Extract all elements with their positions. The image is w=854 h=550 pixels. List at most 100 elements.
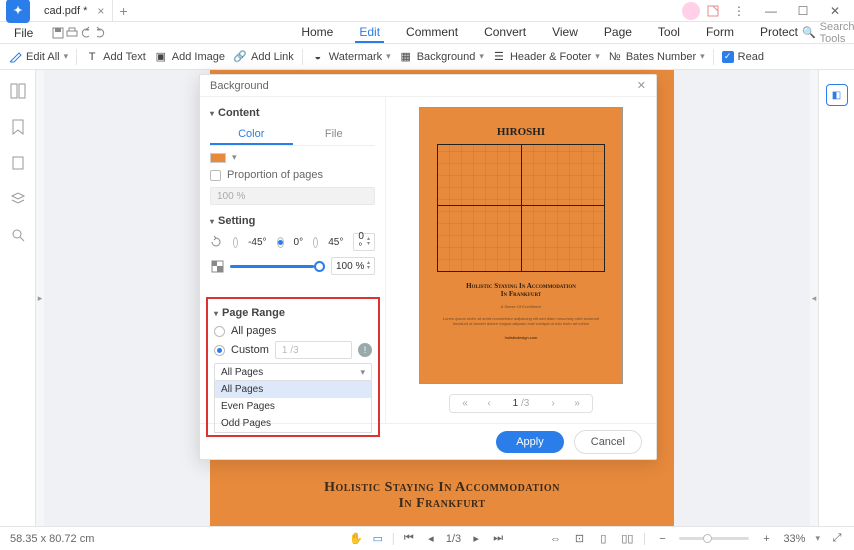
- collapse-left-handle[interactable]: ▸: [36, 70, 44, 526]
- all-pages-radio[interactable]: [214, 326, 225, 337]
- user-avatar-icon[interactable]: [682, 2, 700, 20]
- angle-neg45-radio[interactable]: [233, 237, 238, 248]
- kebab-menu-icon[interactable]: ⋮: [726, 1, 752, 21]
- watermark-button[interactable]: ◒Watermark▾: [311, 50, 391, 64]
- proportion-checkbox[interactable]: [210, 170, 221, 181]
- page-subset-select[interactable]: All Pages▾: [214, 363, 372, 381]
- apply-button[interactable]: Apply: [496, 431, 564, 453]
- opacity-icon: [210, 259, 224, 273]
- chevron-down-icon: ▾: [479, 51, 484, 62]
- first-page-button[interactable]: «: [456, 398, 474, 409]
- redo-icon[interactable]: [93, 26, 107, 40]
- undo-icon[interactable]: [79, 26, 93, 40]
- zoom-value[interactable]: 33%: [783, 533, 805, 545]
- dropdown-option[interactable]: Odd Pages: [215, 415, 371, 432]
- hand-tool-icon[interactable]: ✋: [349, 532, 363, 546]
- file-menu[interactable]: File: [4, 26, 43, 40]
- custom-radio[interactable]: [214, 345, 225, 356]
- angle-input[interactable]: 0 °▴▾: [353, 233, 375, 251]
- image-icon: ▣: [154, 50, 168, 64]
- select-tool-icon[interactable]: ▭: [371, 532, 385, 546]
- main-tab-comment[interactable]: Comment: [402, 23, 462, 43]
- first-page-icon[interactable]: ⏮: [402, 532, 416, 546]
- collapse-right-handle[interactable]: ◂: [810, 70, 818, 526]
- edit-all-button[interactable]: Edit All ▾: [8, 50, 68, 64]
- add-link-button[interactable]: 🔗Add Link: [233, 50, 294, 64]
- collapse-icon: ▾: [210, 109, 214, 118]
- main-tab-form[interactable]: Form: [702, 23, 738, 43]
- color-picker[interactable]: ▾: [210, 152, 375, 163]
- save-icon[interactable]: [51, 26, 65, 40]
- fullscreen-icon[interactable]: ⤢: [830, 532, 844, 546]
- tab-file[interactable]: File: [293, 125, 376, 145]
- main-tab-convert[interactable]: Convert: [480, 23, 530, 43]
- properties-panel-icon[interactable]: ◧: [826, 84, 848, 106]
- bates-icon: №: [608, 50, 622, 64]
- print-icon[interactable]: [65, 26, 79, 40]
- page-number[interactable]: 1 /3: [504, 398, 538, 409]
- spinner-arrows-icon[interactable]: ▴▾: [367, 261, 370, 271]
- main-tab-home[interactable]: Home: [297, 23, 337, 43]
- preview-sub2: In Frankfurt: [501, 290, 542, 298]
- main-tab-page[interactable]: Page: [600, 23, 636, 43]
- spinner-arrows-icon[interactable]: ▴▾: [367, 237, 370, 247]
- custom-range-input[interactable]: 1 /3: [275, 341, 352, 359]
- chevron-down-icon[interactable]: ▾: [815, 533, 820, 544]
- header-footer-button[interactable]: ☰Header & Footer▾: [492, 50, 600, 64]
- zoom-slider[interactable]: [679, 537, 749, 540]
- close-tab-icon[interactable]: ×: [97, 4, 104, 18]
- page-range-header[interactable]: ▾Page Range: [214, 307, 372, 319]
- zoom-in-icon[interactable]: +: [759, 532, 773, 546]
- opacity-slider[interactable]: [230, 265, 325, 268]
- page-subset-dropdown: All PagesEven PagesOdd Pages: [214, 381, 372, 433]
- search-tools[interactable]: 🔍 Search Tools: [802, 21, 854, 45]
- angle-45-radio[interactable]: [313, 237, 318, 248]
- next-page-icon[interactable]: ▸: [469, 532, 483, 546]
- close-dialog-button[interactable]: ✕: [637, 79, 646, 92]
- last-page-icon[interactable]: ⏭: [491, 532, 505, 546]
- document-tab[interactable]: cad.pdf * ×: [36, 0, 113, 22]
- main-tab-view[interactable]: View: [548, 23, 582, 43]
- fit-width-icon[interactable]: ⇔: [548, 532, 562, 546]
- info-icon[interactable]: !: [358, 343, 372, 357]
- zoom-out-icon[interactable]: −: [655, 532, 669, 546]
- thumbnails-icon[interactable]: [9, 82, 27, 100]
- main-tab-protect[interactable]: Protect: [756, 23, 802, 43]
- rotate-icon[interactable]: [210, 235, 223, 249]
- add-image-button[interactable]: ▣Add Image: [154, 50, 225, 64]
- search-panel-icon[interactable]: [9, 226, 27, 244]
- add-text-button[interactable]: TAdd Text: [85, 50, 146, 64]
- angle-0-radio[interactable]: [277, 237, 284, 248]
- prev-page-button[interactable]: ‹: [480, 398, 498, 409]
- main-tab-edit[interactable]: Edit: [355, 23, 384, 43]
- zoom-thumb[interactable]: [703, 534, 712, 543]
- setting-section-header[interactable]: ▾Setting: [210, 215, 375, 227]
- slider-thumb[interactable]: [314, 261, 325, 272]
- last-page-button[interactable]: »: [568, 398, 586, 409]
- content-section-header[interactable]: ▾Content: [210, 107, 375, 119]
- next-page-button[interactable]: ›: [544, 398, 562, 409]
- dropdown-option[interactable]: All Pages: [215, 381, 371, 398]
- two-page-icon[interactable]: ▯▯: [620, 532, 634, 546]
- opacity-input[interactable]: 100 %▴▾: [331, 257, 375, 275]
- bookmark-icon[interactable]: [9, 118, 27, 136]
- titlebar: ✦ cad.pdf * × + ⋮ — ☐ ✕: [0, 0, 854, 22]
- cancel-button[interactable]: Cancel: [574, 430, 642, 454]
- dropdown-option[interactable]: Even Pages: [215, 398, 371, 415]
- new-tab-button[interactable]: +: [119, 3, 127, 19]
- layers-icon[interactable]: [9, 190, 27, 208]
- read-toggle[interactable]: ✓Read: [722, 51, 764, 63]
- minimize-button[interactable]: —: [758, 1, 784, 21]
- prev-page-icon[interactable]: ◂: [424, 532, 438, 546]
- fit-page-icon[interactable]: ⊡: [572, 532, 586, 546]
- attachment-icon[interactable]: [9, 154, 27, 172]
- single-page-icon[interactable]: ▯: [596, 532, 610, 546]
- page-indicator[interactable]: 1/3: [446, 533, 461, 545]
- maximize-button[interactable]: ☐: [790, 1, 816, 21]
- close-window-button[interactable]: ✕: [822, 1, 848, 21]
- background-button[interactable]: ▦Background▾: [399, 50, 484, 64]
- tab-color[interactable]: Color: [210, 125, 293, 145]
- share-icon[interactable]: [706, 4, 720, 18]
- main-tab-tool[interactable]: Tool: [654, 23, 684, 43]
- bates-number-button[interactable]: №Bates Number▾: [608, 50, 705, 64]
